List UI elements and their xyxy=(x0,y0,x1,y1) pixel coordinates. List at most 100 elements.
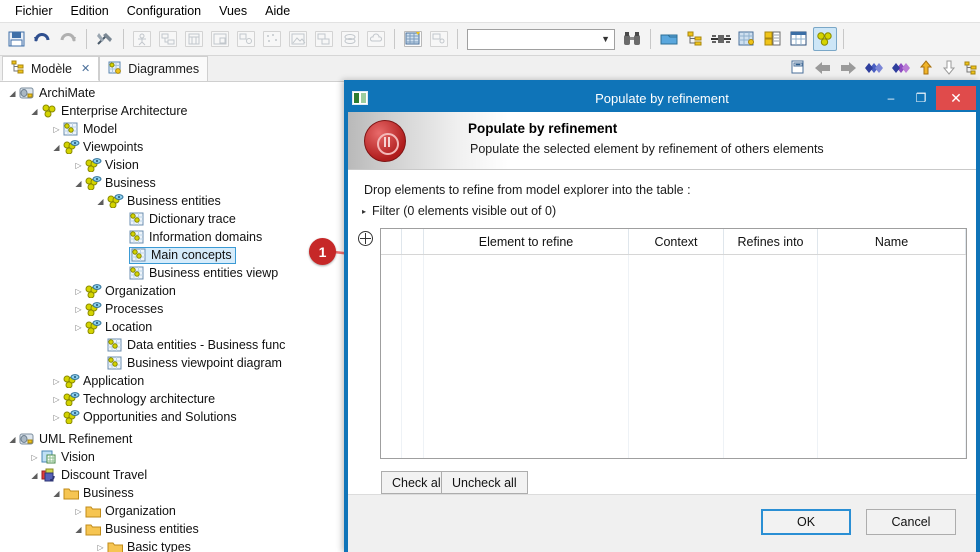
prev-diff-icon[interactable] xyxy=(864,61,884,78)
collapse-all-icon[interactable] xyxy=(791,60,807,78)
expand-icon[interactable] xyxy=(50,413,63,422)
expand-icon[interactable] xyxy=(72,161,85,170)
tree-item[interactable]: Model xyxy=(50,120,117,138)
menu-item-aide[interactable]: Aide xyxy=(256,2,299,20)
back-arrow-icon[interactable] xyxy=(814,61,832,78)
up-arrow-icon[interactable] xyxy=(918,60,934,78)
expand-icon[interactable] xyxy=(50,377,63,386)
link-icon[interactable] xyxy=(709,27,733,51)
hierarchy-icon[interactable] xyxy=(683,27,707,51)
tree-item[interactable]: Business xyxy=(72,174,156,192)
table-grid-icon[interactable] xyxy=(787,27,811,51)
tree-item[interactable]: Data entities - Business func xyxy=(94,336,285,354)
down-arrow-icon[interactable] xyxy=(941,60,957,78)
tree-item[interactable]: Business entities xyxy=(72,520,199,538)
table-column-header[interactable] xyxy=(402,229,424,254)
expand-icon[interactable] xyxy=(50,395,63,404)
menu-item-fichier[interactable]: Fichier xyxy=(6,2,62,20)
table-body[interactable] xyxy=(381,255,966,458)
tree-item[interactable]: Enterprise Architecture xyxy=(28,102,187,120)
collapse-icon[interactable] xyxy=(6,435,19,444)
tree-item-label: Dictionary trace xyxy=(149,212,236,226)
table-column-header[interactable] xyxy=(381,229,402,254)
diagram-stack-icon xyxy=(338,27,362,51)
expand-icon[interactable] xyxy=(72,305,85,314)
tree-item[interactable]: Business entities xyxy=(94,192,221,210)
cancel-button[interactable]: Cancel xyxy=(866,509,956,535)
tree-item[interactable]: UML Refinement xyxy=(6,430,132,448)
collapse-icon[interactable] xyxy=(72,525,85,534)
expand-icon[interactable] xyxy=(94,543,107,552)
tree-item[interactable]: Opportunities and Solutions xyxy=(50,408,237,426)
folder-icon[interactable] xyxy=(657,27,681,51)
collapse-icon[interactable] xyxy=(94,197,107,206)
list-icon[interactable] xyxy=(761,27,785,51)
tab-modele[interactable]: Modèle ✕ xyxy=(2,56,100,81)
table-column-header[interactable]: Refines into xyxy=(724,229,818,254)
collapse-icon[interactable] xyxy=(28,107,41,116)
tree-item[interactable]: Discount Travel xyxy=(28,466,147,484)
undo-icon[interactable] xyxy=(30,27,54,51)
archimate-icon[interactable] xyxy=(813,27,837,51)
chevron-right-icon[interactable]: ▸ xyxy=(362,207,366,216)
collapse-icon[interactable] xyxy=(6,89,19,98)
tools-icon[interactable] xyxy=(93,27,117,51)
filter-section[interactable]: ▸ Filter (0 elements visible out of 0) xyxy=(362,204,556,218)
tree-item[interactable]: Business viewpoint diagram xyxy=(94,354,282,372)
tree-item-label: Basic types xyxy=(127,540,191,552)
expand-icon[interactable] xyxy=(72,323,85,332)
expand-icon[interactable] xyxy=(72,287,85,296)
tree-item[interactable]: Dictionary trace xyxy=(116,210,236,228)
tab-modele-label: Modèle xyxy=(31,61,72,76)
expand-icon[interactable] xyxy=(72,507,85,516)
tree-item[interactable]: Technology architecture xyxy=(50,390,215,408)
collapse-icon[interactable] xyxy=(28,471,41,480)
table-column-header[interactable]: Context xyxy=(629,229,724,254)
table-column-header[interactable]: Name xyxy=(818,229,966,254)
tree-item[interactable]: Business xyxy=(50,484,134,502)
close-button[interactable]: ✕ xyxy=(936,86,976,110)
matrix-icon[interactable] xyxy=(735,27,759,51)
collapse-icon[interactable] xyxy=(50,489,63,498)
tree-item[interactable]: Application xyxy=(50,372,144,390)
table-column-header[interactable]: Element to refine xyxy=(424,229,629,254)
tree-item[interactable]: Organization xyxy=(72,502,176,520)
tree-item[interactable]: Location xyxy=(72,318,152,336)
menu-item-vues[interactable]: Vues xyxy=(210,2,256,20)
tree-item[interactable]: Business entities viewp xyxy=(116,264,278,282)
tree-item[interactable]: Organization xyxy=(72,282,176,300)
dialog-title-bar[interactable]: Populate by refinement – ❐ ✕ xyxy=(348,84,976,112)
tree-item[interactable]: ArchiMate xyxy=(6,84,95,102)
uncheck-all-button[interactable]: Uncheck all xyxy=(441,471,528,494)
collapse-icon[interactable] xyxy=(72,179,85,188)
search-binoculars-icon[interactable] xyxy=(620,27,644,51)
forward-arrow-icon[interactable] xyxy=(839,61,857,78)
menu-item-edition[interactable]: Edition xyxy=(62,2,118,20)
tree-item[interactable]: Information domains xyxy=(116,228,262,246)
tree-item[interactable]: Main concepts xyxy=(116,246,236,264)
refinement-table[interactable]: Element to refine Context Refines into Name xyxy=(380,228,967,459)
model-tree-icon[interactable] xyxy=(964,61,978,78)
tree-item[interactable]: Vision xyxy=(72,156,139,174)
target-add-icon[interactable] xyxy=(358,231,375,248)
collapse-icon[interactable] xyxy=(50,143,63,152)
close-icon[interactable]: ✕ xyxy=(81,62,90,75)
expand-icon[interactable] xyxy=(28,453,41,462)
save-icon[interactable] xyxy=(4,27,28,51)
tree-item[interactable]: Vision xyxy=(28,448,95,466)
diagram-cloud-icon xyxy=(364,27,388,51)
menu-item-configuration[interactable]: Configuration xyxy=(118,2,210,20)
tab-diagrammes[interactable]: Diagrammes xyxy=(99,56,209,81)
expand-icon[interactable] xyxy=(50,125,63,134)
minimize-button[interactable]: – xyxy=(876,86,906,110)
folder-icon xyxy=(85,522,101,537)
search-combo[interactable]: ▼ xyxy=(467,28,615,50)
ok-button[interactable]: OK xyxy=(761,509,851,535)
tree-item[interactable]: Basic types xyxy=(94,538,191,552)
maximize-button[interactable]: ❐ xyxy=(906,86,936,110)
grid-new-icon[interactable] xyxy=(401,27,425,51)
tree-item-content: Organization xyxy=(85,283,176,299)
tree-item[interactable]: Viewpoints xyxy=(50,138,143,156)
next-diff-icon[interactable] xyxy=(891,61,911,78)
tree-item[interactable]: Processes xyxy=(72,300,163,318)
